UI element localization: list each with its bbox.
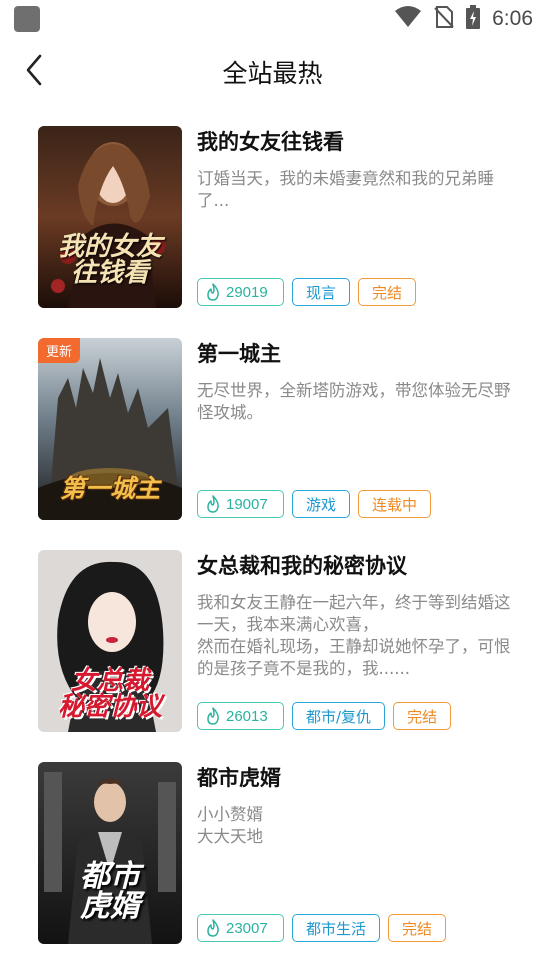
book-list: 我的女友 往钱看 我的女友往钱看 订婚当天，我的未婚妻竟然和我的兄弟睡了... …	[0, 116, 545, 964]
book-description: 订婚当天，我的未婚妻竟然和我的兄弟睡了...	[197, 169, 494, 210]
cover-title: 第一城主	[59, 474, 160, 503]
book-tags: 29019 现言 完结	[197, 278, 417, 306]
status-tag: 完结	[393, 702, 452, 730]
genre-tag[interactable]: 都市/复仇	[292, 702, 386, 730]
genre-tag[interactable]: 都市生活	[292, 914, 381, 942]
book-item[interactable]: 女总裁 秘密协议 女总裁和我的秘密协议 我和女友王静在一起六年，终于等到结婚这一…	[0, 540, 545, 752]
wifi-icon	[394, 6, 422, 32]
notification-icon	[14, 6, 40, 32]
flame-icon	[207, 707, 219, 725]
flame-icon	[207, 495, 219, 513]
book-item[interactable]: 更新 第一城主 第一城主 无尽世界，全新塔防游戏，带您体验无尽野怪攻城。 190…	[0, 328, 545, 540]
book-title: 我的女友往钱看	[197, 130, 344, 154]
book-title: 女总裁和我的秘密协议	[197, 554, 407, 578]
book-cover[interactable]: 女总裁 秘密协议	[38, 550, 182, 732]
genre-tag[interactable]: 现言	[292, 278, 351, 306]
book-tags: 19007 游戏 连载中	[197, 490, 432, 518]
flame-icon	[207, 283, 219, 301]
status-tag: 连载中	[358, 490, 432, 518]
no-sim-icon	[434, 5, 454, 33]
status-time: 6:06	[492, 7, 533, 30]
flame-icon	[207, 919, 219, 937]
battery-charging-icon	[466, 5, 481, 33]
book-description: 我和女友王静在一起六年，终于等到结婚这一天，我本来满心欢喜， 然而在婚礼现场，王…	[197, 593, 511, 678]
heat-count: 29019	[226, 283, 268, 301]
book-item[interactable]: 我的女友 往钱看 我的女友往钱看 订婚当天，我的未婚妻竟然和我的兄弟睡了... …	[0, 116, 545, 328]
cover-title: 女总裁 秘密协议	[57, 666, 162, 722]
book-cover[interactable]: 都市 虎婿	[38, 762, 182, 944]
heat-tag: 23007	[197, 914, 284, 942]
status-bar: 6:06	[0, 0, 545, 38]
heat-tag: 19007	[197, 490, 284, 518]
book-cover[interactable]: 更新 第一城主	[38, 338, 182, 520]
status-tag: 完结	[358, 278, 417, 306]
heat-count: 19007	[226, 495, 268, 513]
heat-count: 26013	[226, 707, 268, 725]
update-badge: 更新	[38, 338, 81, 363]
book-tags: 26013 都市/复仇 完结	[197, 702, 452, 730]
book-cover[interactable]: 我的女友 往钱看	[38, 126, 182, 308]
page-title: 全站最热	[222, 59, 323, 88]
heat-count: 23007	[226, 919, 268, 937]
book-title: 都市虎婿	[197, 766, 281, 790]
cover-title: 都市 虎婿	[80, 859, 140, 924]
heat-tag: 26013	[197, 702, 284, 730]
book-description: 小小赘婿 大大天地	[197, 805, 263, 846]
status-tag: 完结	[388, 914, 447, 942]
book-item[interactable]: 都市 虎婿 都市虎婿 小小赘婿 大大天地 23007 都市生活 完结	[0, 752, 545, 964]
book-description: 无尽世界，全新塔防游戏，带您体验无尽野怪攻城。	[197, 381, 511, 422]
book-tags: 23007 都市生活 完结	[197, 914, 447, 942]
genre-tag[interactable]: 游戏	[292, 490, 351, 518]
cover-title: 我的女友 往钱看	[57, 232, 162, 288]
header: 全站最热	[0, 40, 545, 102]
heat-tag: 29019	[197, 278, 284, 306]
book-title: 第一城主	[197, 342, 281, 366]
